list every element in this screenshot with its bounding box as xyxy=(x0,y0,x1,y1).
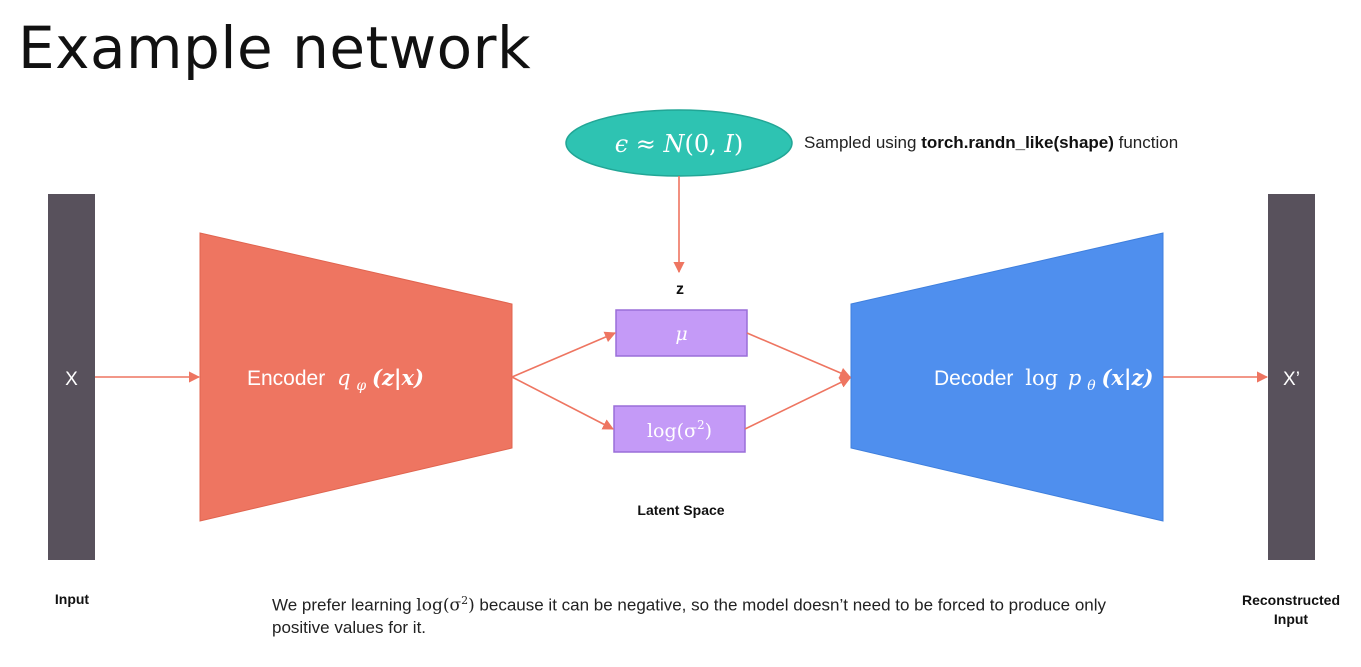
output-bar-label: X’ xyxy=(1283,369,1300,390)
z-label: z xyxy=(676,281,684,298)
epsilon-label-args: (0, xyxy=(685,130,725,158)
logvar-explanation-note: We prefer learning log(σ2) because it ca… xyxy=(272,590,1112,638)
decoder-label-p: p xyxy=(1068,366,1081,390)
decoder-label-text: Decoder xyxy=(934,367,1013,390)
logvar-label-pre: log(σ xyxy=(647,420,697,442)
arrow-mu-to-decoder xyxy=(746,332,852,379)
epsilon-label-close: ) xyxy=(734,130,743,158)
network-diagram: X X’ Encoder q φ (z|x) Decoder log p θ (… xyxy=(48,109,1315,560)
sampling-note-pre: Sampled using xyxy=(804,133,922,152)
reconstructed-caption-line1: Reconstructed xyxy=(1241,592,1341,608)
decoder-label-args: (x|z) xyxy=(1101,365,1153,390)
logvar-label-sup: 2 xyxy=(697,418,705,432)
logvar-label-post: ) xyxy=(705,420,712,442)
note-bottom-math-post: ) xyxy=(468,595,475,616)
decoder-label-log: log xyxy=(1025,366,1058,390)
encoder-label-sub: φ xyxy=(356,378,366,394)
sampling-note-code: torch.randn_like(shape) xyxy=(921,133,1114,152)
arrow-encoder-to-mu xyxy=(511,331,617,378)
epsilon-label: ϵ ≈ N(0, I) xyxy=(615,130,744,158)
decoder-label-sub: θ xyxy=(1087,378,1096,394)
note-bottom-math-pre: log(σ xyxy=(416,595,462,616)
epsilon-label-i: I xyxy=(723,130,734,158)
note-bottom-math-sup: 2 xyxy=(461,594,469,607)
arrow-encoder-to-logvar xyxy=(511,376,614,430)
mu-label: μ xyxy=(675,323,687,345)
encoder-label-text: Encoder xyxy=(247,367,325,390)
input-bar-label: X xyxy=(65,369,78,390)
sampling-note-post: function xyxy=(1113,133,1179,152)
epsilon-label-pre: ϵ ≈ xyxy=(615,130,664,158)
sampling-note: Sampled using torch.randn_like(shape) fu… xyxy=(804,133,1178,153)
reconstructed-input-caption: Reconstructed Input xyxy=(1226,591,1356,629)
epsilon-label-n: N xyxy=(663,130,686,158)
latent-space-caption: Latent Space xyxy=(637,502,725,518)
encoder-label-q: q xyxy=(337,366,350,390)
encoder-label-args: (z|x) xyxy=(372,365,424,390)
arrow-logvar-to-decoder xyxy=(744,377,852,430)
reconstructed-caption-line2: Input xyxy=(1273,611,1309,627)
input-caption: Input xyxy=(54,591,90,607)
note-bottom-pre: We prefer learning xyxy=(272,595,417,615)
